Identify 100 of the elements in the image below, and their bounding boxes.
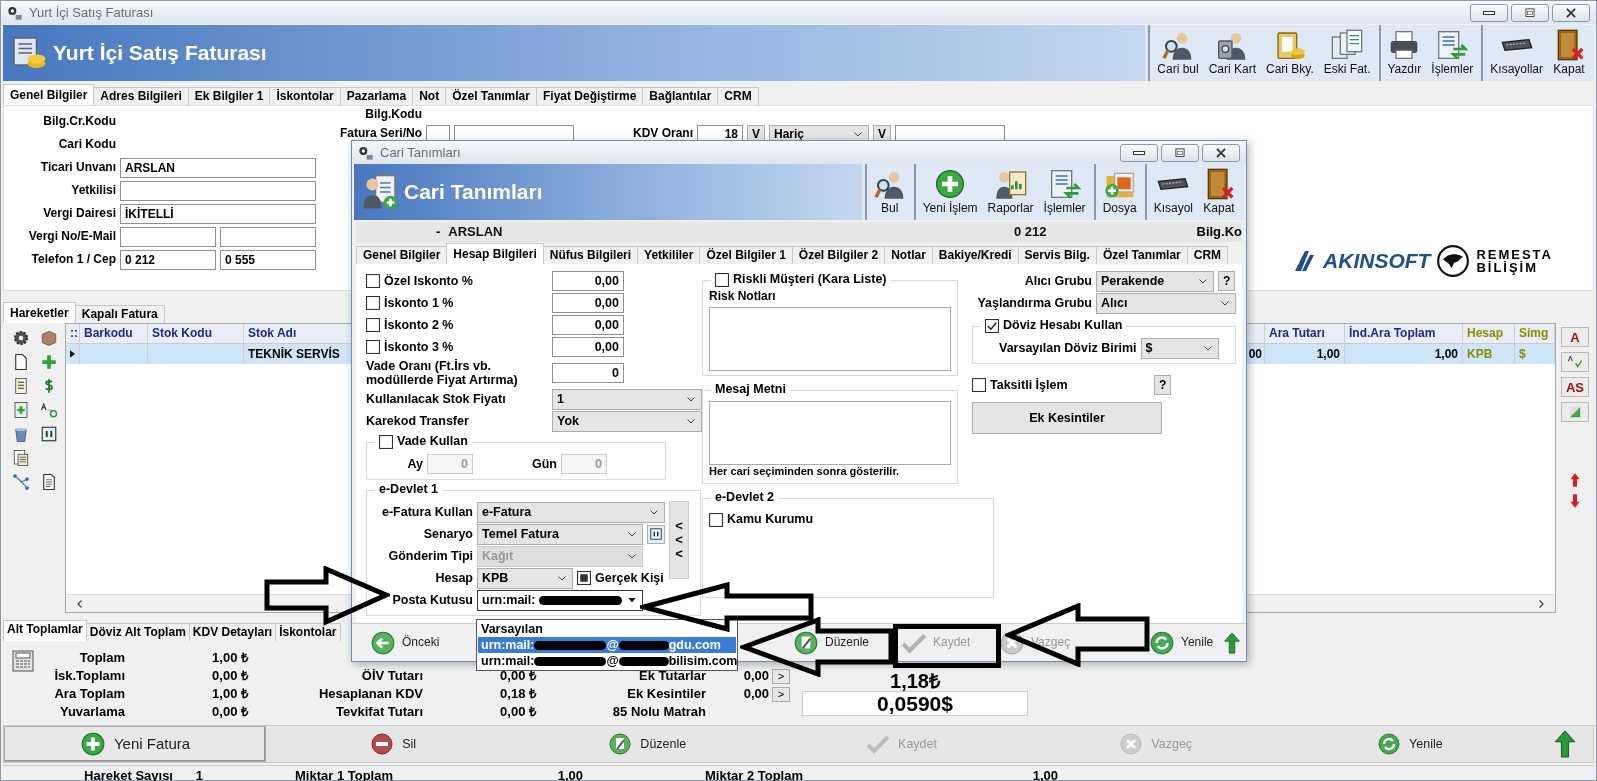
tab[interactable]: Hesap Bilgileri — [446, 243, 544, 264]
window-heading: Yurt İçi Satış Faturası — [53, 40, 267, 66]
dropdown[interactable]: Alıcı — [1096, 292, 1236, 314]
dropdown[interactable]: KPB — [477, 567, 573, 589]
more-button[interactable]: > — [772, 668, 790, 684]
field-label: Posta Kutusu — [391, 592, 473, 608]
text-field[interactable]: 0,00 — [552, 293, 624, 313]
total-value: 0,00 ₺ — [499, 704, 536, 720]
text-field[interactable]: 0 — [552, 363, 624, 383]
text-field[interactable]: İKİTELLİ — [120, 203, 316, 224]
field-label: Gün — [531, 456, 557, 472]
help-button[interactable]: ? — [1218, 271, 1236, 291]
toolbar-button[interactable]: Cari Bky. — [1261, 25, 1319, 81]
total-value: 0,00 ₺ — [211, 704, 248, 720]
tab[interactable]: Fiyat Değiştirme — [535, 87, 644, 105]
dropdown[interactable]: Temel Fatura — [477, 523, 643, 545]
tab[interactable]: Özel Bilgiler 2 — [791, 246, 886, 264]
action-button[interactable]: Yenile — [1282, 726, 1537, 762]
toolbar-button[interactable]: Kısayol — [1148, 164, 1198, 220]
tab[interactable]: Özel Bilgiler 1 — [699, 246, 793, 264]
toolbar-button[interactable]: Cari Kart — [1203, 25, 1261, 81]
group-title: e-Devlet 2 — [715, 489, 775, 505]
field-label: Kullanılacak Stok Fiyatı — [366, 391, 507, 407]
field-label: Vade Oranı (Ft.İrs vb. modüllerde Fiyat Artırma) — [366, 358, 519, 388]
dropdown[interactable]: Yok — [552, 410, 702, 432]
text-field[interactable]: 0,00 — [552, 337, 624, 357]
toolbar-button[interactable]: Kapat — [1198, 164, 1240, 220]
tab[interactable]: CRM — [1186, 246, 1229, 264]
table-cell: $ — [1519, 346, 1526, 362]
field-label: Cari Kodu — [57, 137, 116, 152]
table-cell: 00 — [1248, 346, 1262, 362]
text-field[interactable]: 0,00 — [552, 315, 624, 335]
toolbar-button[interactable]: İşlemler — [1426, 25, 1479, 81]
help-button[interactable]: ? — [1154, 375, 1172, 395]
partner-name: REMESTA — [1476, 248, 1553, 261]
status-value: 1,00 — [556, 767, 583, 781]
dropdown-option[interactable]: urn:mail: @ bilisim.com — [478, 653, 736, 669]
text-field[interactable]: ARSLAN — [120, 157, 316, 178]
text-field[interactable]: 0,00 — [552, 271, 624, 291]
column-header: Simg — [1515, 324, 1555, 343]
dropdown[interactable]: $ — [1140, 337, 1219, 359]
tab[interactable]: Nüfus Bilgileri — [542, 246, 639, 264]
total-label: Yuvarlama — [58, 704, 125, 720]
tab[interactable]: Bakiye/Kredi — [931, 246, 1019, 264]
dropdown[interactable]: e-Fatura — [477, 501, 665, 523]
dropdown[interactable]: Perakende — [1096, 270, 1214, 292]
toolbar-button[interactable]: Kısayollar — [1485, 25, 1548, 81]
tab[interactable]: Döviz Alt Toplam — [85, 623, 190, 641]
tab[interactable]: Adres Bilgileri — [93, 87, 189, 105]
tab[interactable]: Genel Bilgiler — [356, 246, 448, 264]
extra-deductions-button[interactable]: Ek Kesintiler — [972, 402, 1162, 434]
column-header: Barkodu — [80, 324, 148, 343]
field-label: Yaşlandırma Grubu — [976, 295, 1092, 311]
field-label: Hesap — [434, 570, 473, 586]
toolbar-button[interactable]: Dosya — [1097, 164, 1142, 220]
action-button[interactable]: Sil — [266, 726, 521, 762]
field-label: Senaryo — [422, 526, 473, 542]
tab[interactable]: Hareketler — [3, 302, 76, 323]
tab[interactable]: Alt Toplamlar — [3, 620, 87, 641]
tab[interactable]: Kapalı Fatura — [74, 305, 165, 323]
toolbar-button[interactable]: Cari bul — [1152, 25, 1204, 81]
mailbox-dropdown[interactable]: urn:mail: — [477, 589, 643, 611]
font-button[interactable]: A — [1561, 327, 1589, 347]
tab[interactable]: CRM — [717, 87, 759, 105]
field-label: Ay — [406, 456, 423, 472]
text-field[interactable]: 0 212 — [120, 249, 216, 270]
info-text: - — [436, 224, 441, 240]
tab[interactable]: KDV Detayları — [188, 623, 277, 641]
action-button[interactable]: Yeni Fatura — [4, 726, 266, 762]
field-label: KDV Oranı — [632, 126, 693, 141]
toolbar-button[interactable]: Raporlar — [982, 164, 1039, 220]
dropdown-option[interactable]: Varsayılan — [478, 621, 736, 637]
checkbox-label: İskonto 1 % — [384, 295, 455, 311]
collapse-button[interactable]: <<< — [669, 501, 689, 579]
action-button[interactable]: Önceki — [366, 629, 470, 656]
column-header: Hesap — [1463, 324, 1515, 343]
field-label: Gönderim Tipi — [387, 548, 473, 564]
field-label: Karekod Transfer — [366, 413, 470, 429]
tab[interactable]: Genel Bilgiler — [3, 84, 95, 105]
toolbar-button[interactable]: Kapat — [1548, 25, 1590, 81]
more-button[interactable]: > — [772, 686, 790, 702]
action-button[interactable]: Yenile — [1145, 629, 1217, 656]
font-button[interactable]: AS — [1561, 377, 1589, 397]
dropdown-option[interactable]: urn:mail: @ gdu.com — [478, 637, 736, 653]
toolbar-button[interactable]: Yeni İşlem — [917, 164, 983, 220]
tab[interactable]: İskontolar — [275, 623, 341, 641]
action-button[interactable]: Düzenle — [520, 726, 775, 762]
text-field[interactable]: 0 555 — [220, 249, 316, 270]
toolbar-button[interactable]: Eski Fat. — [1318, 25, 1376, 81]
tab[interactable]: Servis Bilg. — [1017, 246, 1097, 264]
toolbar-button[interactable]: İşlemler — [1038, 164, 1091, 220]
total-label: ÖİV Tutarı — [360, 668, 423, 684]
checkbox-label: Özel Iskonto % — [384, 273, 474, 289]
toolbar-button[interactable]: Bul — [868, 164, 911, 220]
tab[interactable]: Ek Bilgiler 1 — [187, 87, 271, 105]
checkbox-label: Vade Kullan — [397, 434, 468, 449]
toolbar-button[interactable]: Yazdır — [1382, 25, 1427, 81]
total-label: Ara Toplam — [53, 686, 125, 702]
dropdown[interactable]: 1 — [552, 388, 702, 410]
tab[interactable]: Bağlantılar — [642, 87, 719, 105]
